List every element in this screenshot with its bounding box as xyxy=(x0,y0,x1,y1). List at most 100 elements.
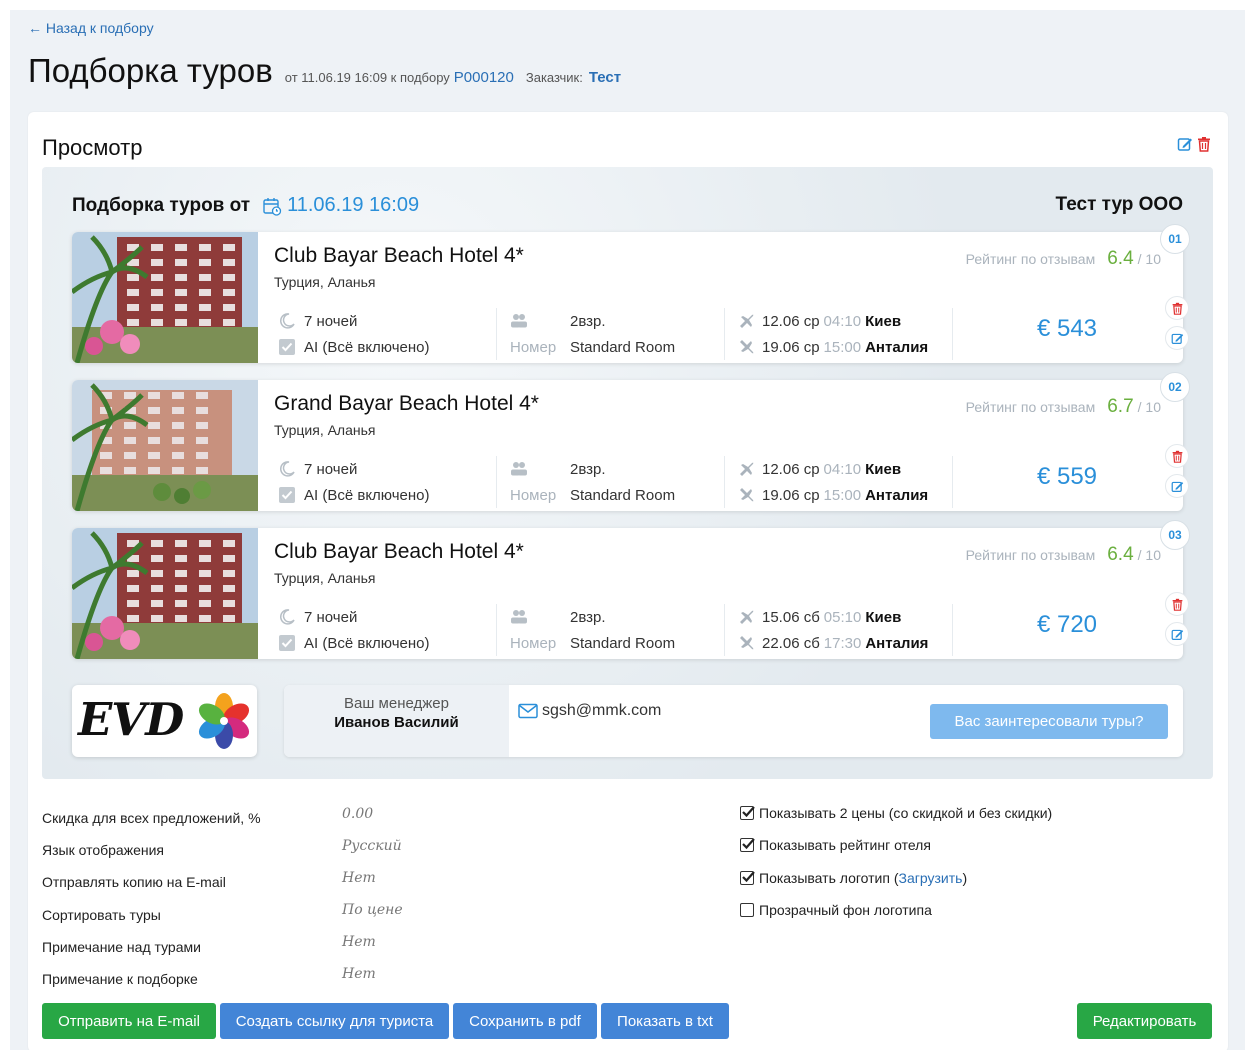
checkbox-checked[interactable] xyxy=(740,838,755,852)
departure-time: 04:10 xyxy=(823,460,862,478)
card-actions xyxy=(1165,444,1189,498)
hotel-name[interactable]: Club Bayar Beach Hotel 4* xyxy=(274,540,524,564)
tour-number-badge: 01 xyxy=(1160,224,1190,254)
tour-number-badge: 02 xyxy=(1160,372,1190,402)
tour-price: € 543 xyxy=(1036,315,1098,342)
rating-label: Рейтинг по отзывам xyxy=(965,251,1096,267)
option-hotel-rating[interactable]: Показывать рейтинг отеля xyxy=(740,837,931,853)
hotel-photo xyxy=(72,380,258,511)
divider xyxy=(952,308,953,360)
setting-discount-value: 0.00 xyxy=(342,806,374,822)
rating-label: Рейтинг по отзывам xyxy=(965,547,1096,563)
setting-discount-label: Скидка для всех предложений, % xyxy=(42,810,261,826)
hotel-rating: Рейтинг по отзывам 6.7 / 10 xyxy=(966,396,1161,418)
rating-max: / 10 xyxy=(1137,251,1161,267)
check-square-icon xyxy=(279,635,295,651)
option-show-logo[interactable]: Показывать логотип (Загрузить) xyxy=(740,870,967,886)
plane-arrival-icon xyxy=(740,340,754,354)
save-pdf-button[interactable]: Сохранить в pdf xyxy=(453,1003,597,1039)
trash-icon xyxy=(1172,450,1182,463)
manager-email[interactable]: sgsh@mmk.com xyxy=(518,702,661,720)
manager-contact-box: Ваш менеджер Иванов Василий sgsh@mmk.com… xyxy=(284,685,1183,757)
flight-info: 12.06 ср 04:10 Киев 19.06 ср 15:00 Анталия xyxy=(738,456,958,508)
tour-preview: Подборка туров от 11.06.19 16:09 Тест ту… xyxy=(42,167,1213,779)
setting-note-selection-label: Примечание к подборке xyxy=(42,971,198,987)
hotel-rating: Рейтинг по отзывам 6.4 / 10 xyxy=(966,248,1161,270)
setting-copy-email-label: Отправлять копию на E-mail xyxy=(42,874,226,890)
flight-info: 12.06 ср 04:10 Киев 19.06 ср 15:00 Анталия xyxy=(738,308,958,360)
edit-icon[interactable] xyxy=(1177,136,1193,157)
send-email-button[interactable]: Отправить на E-mail xyxy=(42,1003,216,1039)
return-city: Анталия xyxy=(865,338,929,356)
setting-note-above-value: Нет xyxy=(342,934,376,950)
setting-note-above-label: Примечание над турами xyxy=(42,939,201,955)
divider xyxy=(952,456,953,508)
return-time: 17:30 xyxy=(823,634,862,652)
checkbox-checked[interactable] xyxy=(740,871,755,885)
logo-text: EVD xyxy=(78,693,184,746)
show-txt-button[interactable]: Показать в txt xyxy=(601,1003,729,1039)
option-label: Прозрачный фон логотипа xyxy=(759,902,932,918)
check-square-icon xyxy=(279,487,295,503)
room-label: Номер xyxy=(510,338,557,356)
delete-tour-button[interactable] xyxy=(1165,296,1189,320)
edit-tour-button[interactable] xyxy=(1165,474,1189,498)
flower-logo-icon xyxy=(198,693,250,749)
envelope-icon xyxy=(518,703,538,719)
tour-price: € 720 xyxy=(1036,611,1098,638)
hotel-name[interactable]: Club Bayar Beach Hotel 4* xyxy=(274,244,524,268)
edit-tour-button[interactable] xyxy=(1165,622,1189,646)
divider xyxy=(724,604,725,656)
rating-max: / 10 xyxy=(1137,547,1161,563)
manager-email-text: sgsh@mmk.com xyxy=(542,702,662,719)
selection-id-link[interactable]: P000120 xyxy=(454,69,514,86)
preview-panel: Просмотр Подборка туров от 11.06.19 16:0… xyxy=(28,112,1228,1050)
upload-logo-link[interactable]: Загрузить xyxy=(899,870,963,886)
plane-arrival-icon xyxy=(740,636,754,650)
check-square-icon xyxy=(279,339,295,355)
option-transparent-logo[interactable]: Прозрачный фон логотипа xyxy=(740,902,932,918)
trash-icon xyxy=(1172,302,1182,315)
nights: 7 ночей xyxy=(304,312,358,330)
edit-button[interactable]: Редактировать xyxy=(1077,1003,1212,1039)
departure-city: Киев xyxy=(865,460,902,478)
room-info: 2взр. Номер Standard Room xyxy=(510,308,720,360)
return-city: Анталия xyxy=(865,634,929,652)
room-info: 2взр. Номер Standard Room xyxy=(510,456,720,508)
edit-tour-button[interactable] xyxy=(1165,326,1189,350)
setting-sort-label: Сортировать туры xyxy=(42,907,161,923)
plane-departure-icon xyxy=(740,314,754,328)
delete-tour-button[interactable] xyxy=(1165,444,1189,468)
option-two-prices[interactable]: Показывать 2 цены (со скидкой и без скид… xyxy=(740,805,1052,821)
selection-meta: от 11.06.19 16:09 к подбору xyxy=(284,70,450,85)
room-type: Standard Room xyxy=(570,634,676,652)
guests: 2взр. xyxy=(570,312,606,330)
tour-card: Club Bayar Beach Hotel 4* Турция, Аланья… xyxy=(72,224,1190,363)
users-icon xyxy=(511,314,527,328)
divider xyxy=(496,456,497,508)
departure-city: Киев xyxy=(865,312,902,330)
trash-icon[interactable] xyxy=(1196,136,1212,157)
interested-tours-button[interactable]: Вас заинтересовали туры? xyxy=(930,704,1168,739)
departure-time: 05:10 xyxy=(823,608,862,626)
page-title: Подборка туров xyxy=(28,52,273,89)
checkbox-checked[interactable] xyxy=(740,806,755,820)
create-tourist-link-button[interactable]: Создать ссылку для туриста xyxy=(220,1003,449,1039)
back-to-selection-link[interactable]: ← Назад к подбору xyxy=(28,20,154,36)
checkbox-unchecked[interactable] xyxy=(740,903,754,917)
hotel-location: Турция, Аланья xyxy=(274,570,376,586)
nights: 7 ночей xyxy=(304,608,358,626)
hotel-location: Турция, Аланья xyxy=(274,422,376,438)
client-name-link[interactable]: Тест xyxy=(589,69,621,86)
title-row: Подборка туров от 11.06.19 16:09 к подбо… xyxy=(28,52,621,90)
manager-name: Иванов Василий xyxy=(334,714,459,731)
delete-tour-button[interactable] xyxy=(1165,592,1189,616)
trash-icon xyxy=(1172,598,1182,611)
users-icon xyxy=(511,610,527,624)
setting-language-label: Язык отображения xyxy=(42,842,165,858)
hotel-name[interactable]: Grand Bayar Beach Hotel 4* xyxy=(274,392,539,416)
hotel-location: Турция, Аланья xyxy=(274,274,376,290)
preview-date: 11.06.19 16:09 xyxy=(287,194,420,216)
nights: 7 ночей xyxy=(304,460,358,478)
departure-date: 15.06 сб xyxy=(762,608,820,626)
